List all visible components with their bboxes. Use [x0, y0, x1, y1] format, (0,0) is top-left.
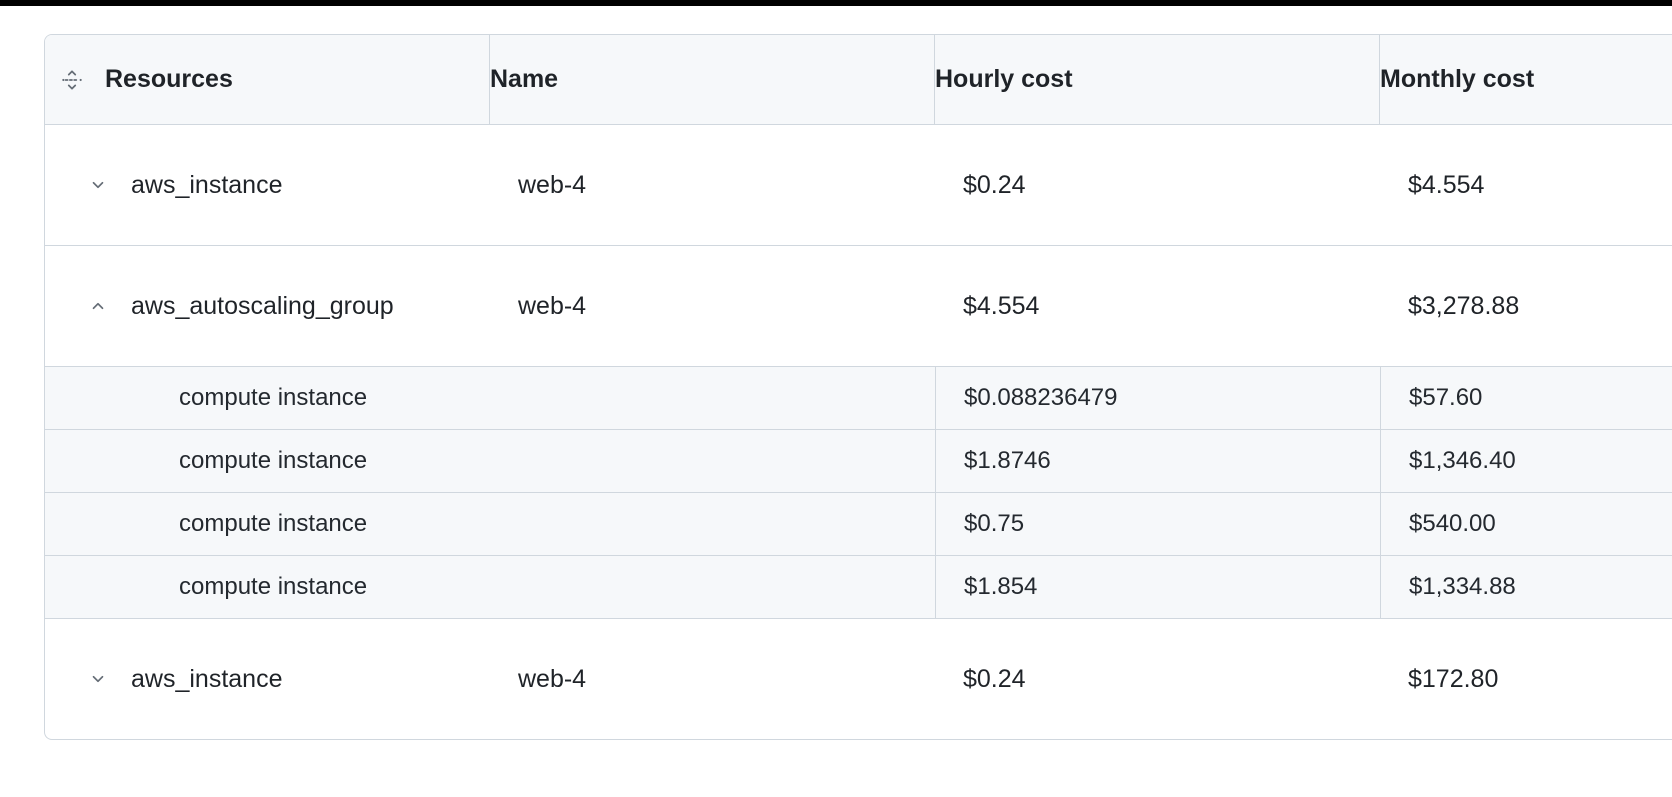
- sub-resource-type: compute instance: [179, 447, 367, 475]
- sub-hourly-cost: $1.8746: [964, 447, 1051, 475]
- monthly-cost: $3,278.88: [1408, 292, 1519, 321]
- hourly-cell: $0.24: [935, 619, 1380, 739]
- sort-icon[interactable]: [45, 67, 99, 93]
- sub-monthly-cost: $540.00: [1409, 510, 1496, 538]
- header-name-label: Name: [490, 65, 558, 94]
- header-name[interactable]: Name: [490, 35, 935, 124]
- sub-hourly-cell: $0.75: [935, 493, 1380, 555]
- header-resources[interactable]: Resources: [45, 35, 490, 124]
- sub-monthly-cost: $1,346.40: [1409, 447, 1516, 475]
- resource-name: web-4: [518, 665, 586, 694]
- resource-cell: aws_instance: [45, 619, 490, 739]
- chevron-up-icon[interactable]: [71, 297, 125, 315]
- sub-monthly-cell: $1,334.88: [1380, 556, 1672, 618]
- hourly-cost: $0.24: [963, 171, 1026, 200]
- monthly-cell: $3,278.88: [1380, 246, 1672, 366]
- table-subrow: compute instance $0.75 $540.00: [45, 493, 1672, 556]
- resource-type: aws_autoscaling_group: [125, 292, 394, 321]
- header-monthly-label: Monthly cost: [1380, 65, 1534, 94]
- resource-type: aws_instance: [125, 665, 282, 694]
- hourly-cost: $4.554: [963, 292, 1039, 321]
- sub-name-cell: [490, 493, 935, 555]
- sub-name-cell: [490, 556, 935, 618]
- header-resources-label: Resources: [99, 65, 233, 94]
- sub-monthly-cell: $57.60: [1380, 367, 1672, 429]
- table-row: aws_instance web-4 $0.24 $172.80: [45, 619, 1672, 739]
- sub-resource-cell: compute instance: [45, 493, 490, 555]
- sub-hourly-cell: $1.8746: [935, 430, 1380, 492]
- table-row: aws_instance web-4 $0.24 $4.554: [45, 125, 1672, 246]
- table-subrow: compute instance $1.8746 $1,346.40: [45, 430, 1672, 493]
- sub-monthly-cost: $57.60: [1409, 384, 1482, 412]
- monthly-cost: $4.554: [1408, 171, 1484, 200]
- resource-cell: aws_instance: [45, 125, 490, 245]
- table-row: aws_autoscaling_group web-4 $4.554 $3,278.8…: [45, 246, 1672, 367]
- sub-name-cell: [490, 367, 935, 429]
- resource-name: web-4: [518, 171, 586, 200]
- sub-resource-cell: compute instance: [45, 430, 490, 492]
- hourly-cell: $4.554: [935, 246, 1380, 366]
- sub-name-cell: [490, 430, 935, 492]
- name-cell: web-4: [490, 125, 935, 245]
- header-monthly[interactable]: Monthly cost: [1380, 35, 1672, 124]
- sub-resource-cell: compute instance: [45, 556, 490, 618]
- sub-resource-type: compute instance: [179, 384, 367, 412]
- sub-hourly-cost: $0.088236479: [964, 384, 1118, 412]
- sub-monthly-cell: $540.00: [1380, 493, 1672, 555]
- chevron-down-icon[interactable]: [71, 670, 125, 688]
- table-subrow: compute instance $0.088236479 $57.60: [45, 367, 1672, 430]
- sub-hourly-cost: $1.854: [964, 573, 1037, 601]
- sub-resource-cell: compute instance: [45, 367, 490, 429]
- hourly-cell: $0.24: [935, 125, 1380, 245]
- sub-monthly-cost: $1,334.88: [1409, 573, 1516, 601]
- cost-table: Resources Name Hourly cost Monthly cost …: [44, 34, 1672, 740]
- sub-resource-type: compute instance: [179, 510, 367, 538]
- sub-monthly-cell: $1,346.40: [1380, 430, 1672, 492]
- header-hourly-label: Hourly cost: [935, 65, 1073, 94]
- sub-resource-type: compute instance: [179, 573, 367, 601]
- monthly-cost: $172.80: [1408, 665, 1498, 694]
- sub-hourly-cell: $1.854: [935, 556, 1380, 618]
- header-hourly[interactable]: Hourly cost: [935, 35, 1380, 124]
- table-subrow: compute instance $1.854 $1,334.88: [45, 556, 1672, 619]
- sub-hourly-cost: $0.75: [964, 510, 1024, 538]
- resource-type: aws_instance: [125, 171, 282, 200]
- hourly-cost: $0.24: [963, 665, 1026, 694]
- name-cell: web-4: [490, 619, 935, 739]
- resource-cell: aws_autoscaling_group: [45, 246, 490, 366]
- monthly-cell: $172.80: [1380, 619, 1672, 739]
- resource-name: web-4: [518, 292, 586, 321]
- table-header-row: Resources Name Hourly cost Monthly cost: [45, 35, 1672, 125]
- monthly-cell: $4.554: [1380, 125, 1672, 245]
- chevron-down-icon[interactable]: [71, 176, 125, 194]
- name-cell: web-4: [490, 246, 935, 366]
- sub-hourly-cell: $0.088236479: [935, 367, 1380, 429]
